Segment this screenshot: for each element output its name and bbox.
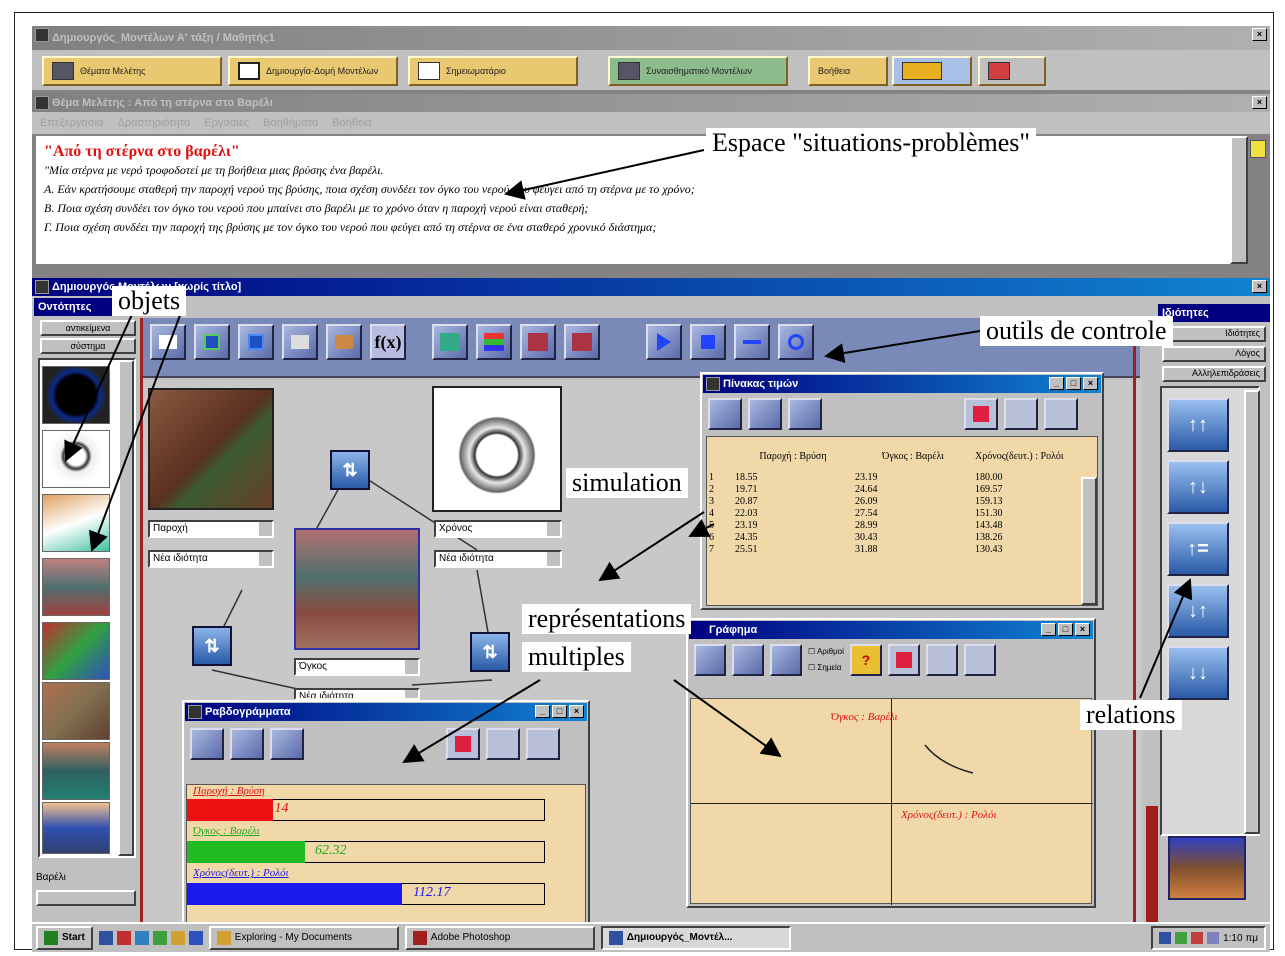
annotation-objects: objets [112, 286, 187, 316]
annotation-problems: Espace "situations-problèmes" [706, 128, 1036, 158]
annotation-relations: relations [1080, 700, 1182, 730]
annotation-representations: représentations [522, 604, 692, 634]
annotation-simulation: simulation [566, 468, 688, 498]
annotation-controls: outils de controle [980, 316, 1173, 346]
annotation-multiples: multiples [522, 642, 631, 672]
